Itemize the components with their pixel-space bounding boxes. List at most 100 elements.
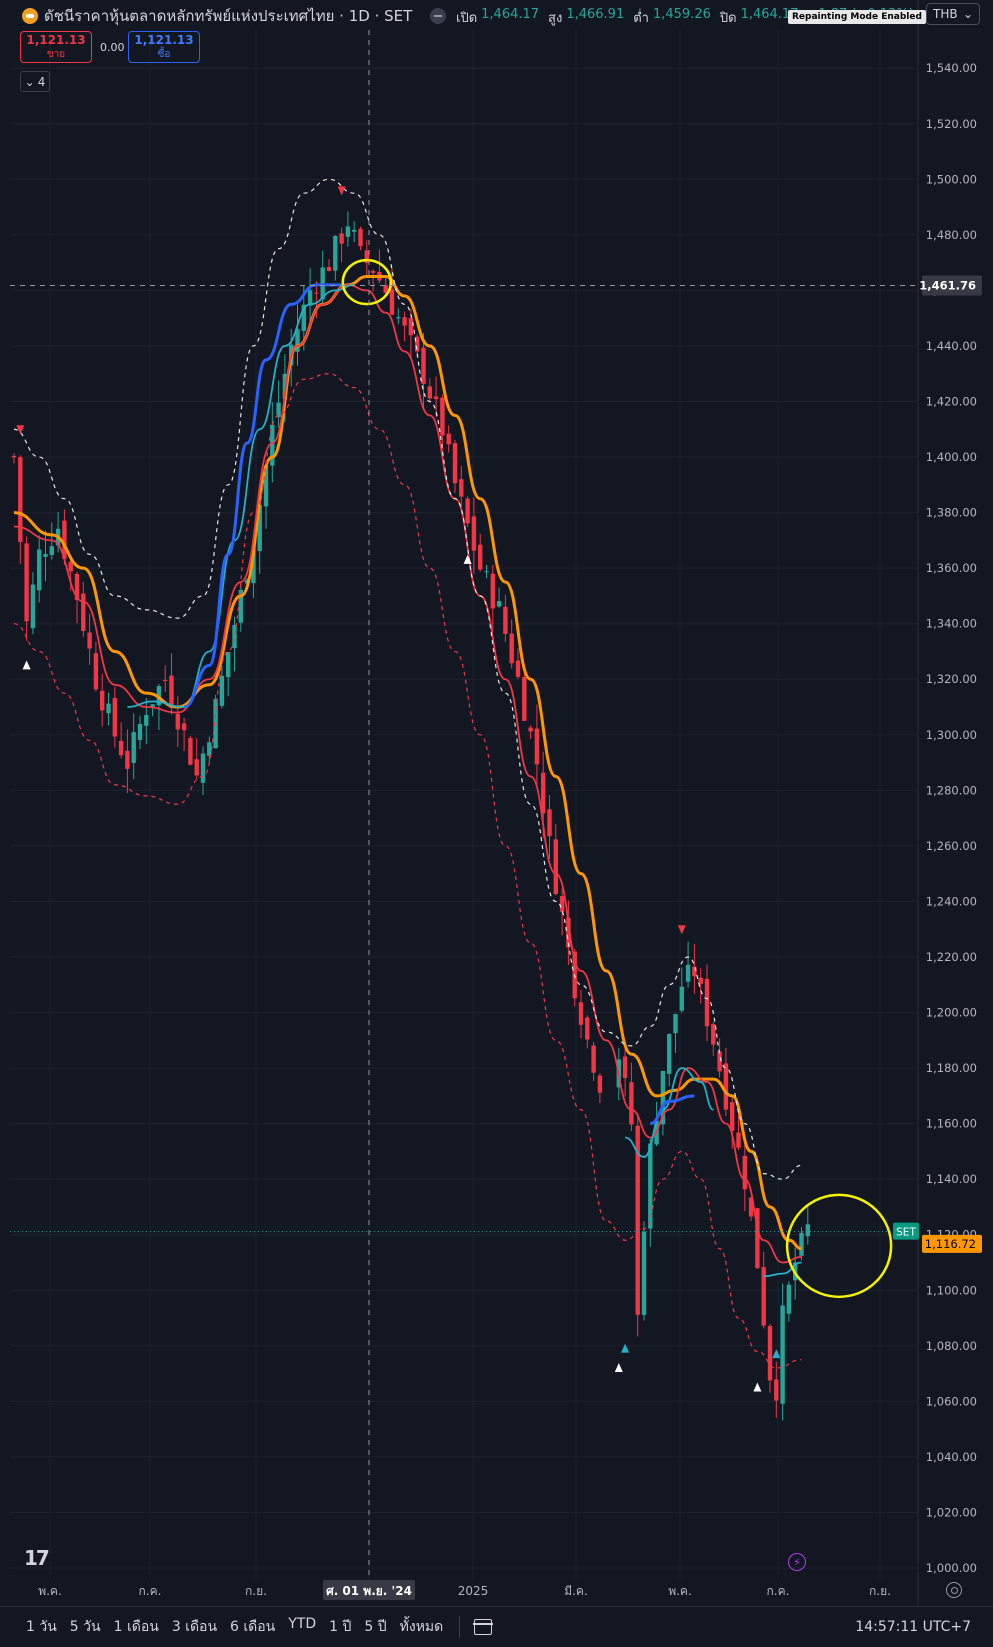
y-tick-label: 1,480.00 <box>926 228 977 242</box>
candle-body <box>125 750 130 769</box>
buy-button[interactable]: 1,121.13 ซื้อ <box>128 31 200 63</box>
high-label: สูง <box>548 11 563 26</box>
range-6m[interactable]: 6 เดือน <box>230 1616 275 1638</box>
candle-body <box>333 235 338 271</box>
candle-body <box>667 1034 672 1074</box>
buy-price: 1,121.13 <box>134 32 194 47</box>
candle-body <box>496 601 502 607</box>
candle-body <box>200 753 206 783</box>
candle-body <box>100 690 105 711</box>
candle-body <box>43 553 48 557</box>
candle-body <box>452 443 458 484</box>
candle-body <box>175 713 180 730</box>
lightning-icon[interactable]: ⚡ <box>788 1553 806 1571</box>
candle-body <box>490 573 495 609</box>
y-tick-label: 1,440.00 <box>926 339 977 353</box>
y-tick-label: 1,020.00 <box>926 1505 977 1519</box>
clock[interactable]: 14:57:11 UTC+7 <box>855 1619 971 1635</box>
sell-price: 1,121.13 <box>26 32 86 47</box>
candle-body <box>578 1002 584 1025</box>
candle-body <box>194 759 199 776</box>
range-5y[interactable]: 5 ปี <box>364 1616 386 1638</box>
candle-body <box>622 1056 628 1079</box>
candle-body <box>440 397 445 436</box>
candle-body <box>93 653 99 690</box>
low-value: 1,459.26 <box>652 7 711 22</box>
currency-label: THB <box>933 7 958 21</box>
x-tick-label: 2025 <box>458 1584 489 1598</box>
close-label: ปิด <box>719 11 737 26</box>
range-1y[interactable]: 1 ปี <box>329 1616 351 1638</box>
candle-body <box>559 896 565 912</box>
set-logo-icon <box>22 8 38 24</box>
y-tick-label: 1,300.00 <box>926 728 977 742</box>
range-1d[interactable]: 1 วัน <box>26 1616 57 1638</box>
candle-body <box>597 1075 603 1093</box>
open-value: 1,464.17 <box>481 7 540 22</box>
candle-body <box>471 516 477 551</box>
range-5d[interactable]: 5 วัน <box>70 1616 101 1638</box>
candle-body <box>326 267 332 271</box>
range-3m[interactable]: 3 เดือน <box>172 1616 217 1638</box>
repainting-badge: Repainting Mode Enabled <box>788 10 926 24</box>
candle-body <box>144 714 149 726</box>
candle-body <box>11 456 17 458</box>
candle-body <box>402 317 407 326</box>
candle-body <box>188 738 193 765</box>
sell-button[interactable]: 1,121.13 ขาย <box>20 31 92 63</box>
candle-body <box>352 229 357 232</box>
y-tick-label: 1,320.00 <box>926 672 977 686</box>
open-label: เปิด <box>456 11 478 26</box>
candle-body <box>37 549 42 591</box>
candle-body <box>181 723 187 731</box>
y-tick-label: 1,540.00 <box>926 61 977 75</box>
low-label: ต่ำ <box>633 11 649 26</box>
settings-icon[interactable] <box>946 1582 962 1598</box>
x-tick-label: ก.ย. <box>869 1584 891 1598</box>
sell-label: ขาย <box>46 48 66 60</box>
range-ytd[interactable]: YTD <box>288 1616 316 1638</box>
indicators-toggle[interactable]: ⌄ 4 <box>20 71 50 92</box>
y-tick-label: 1,080.00 <box>926 1339 977 1353</box>
candle-body <box>30 584 36 629</box>
candle-body <box>163 679 168 681</box>
y-tick-label: 1,420.00 <box>926 395 977 409</box>
candle-body <box>780 1305 785 1404</box>
candle-body <box>24 543 29 622</box>
candle-body <box>547 809 552 837</box>
candle-body <box>522 677 527 721</box>
x-tick-label: ก.ย. <box>245 1584 267 1598</box>
y-tick-label: 1,180.00 <box>926 1061 977 1075</box>
candle-body <box>553 839 558 894</box>
candle-body <box>314 292 319 294</box>
symbol-title[interactable]: ดัชนีราคาหุ้นตลาดหลักทรัพย์แห่งประเทศไทย… <box>44 4 412 28</box>
candle-body <box>421 347 426 384</box>
spread-value: 0.00 <box>100 41 125 54</box>
candle-body <box>503 606 508 634</box>
range-all[interactable]: ทั้งหมด <box>400 1616 444 1638</box>
candle-body <box>459 479 464 497</box>
candle-body <box>528 727 533 732</box>
y-tick-label: 1,060.00 <box>926 1394 977 1408</box>
price-chart[interactable]: 1,000.00 1,020.00 1,040.00 1,060.00 1,080.00… <box>0 0 993 1646</box>
candle-body <box>232 625 237 649</box>
candle-body <box>226 652 231 678</box>
chart-grid <box>0 0 993 1606</box>
range-1m[interactable]: 1 เดือน <box>114 1616 159 1638</box>
tradingview-logo-icon[interactable]: 17 <box>24 1546 50 1570</box>
candle-body <box>87 632 92 649</box>
candle-body <box>679 986 684 1011</box>
y-tick-label: 1,380.00 <box>926 506 977 520</box>
candle-body <box>509 633 514 664</box>
candle-body <box>396 317 401 319</box>
calendar-icon[interactable] <box>473 1619 494 1635</box>
candle-body <box>730 1102 735 1131</box>
y-tick-label: 1,360.00 <box>926 561 977 575</box>
symbol-tag-label: SET <box>896 1227 916 1239</box>
currency-selector[interactable]: THB ⌄ <box>926 3 980 25</box>
candle-body <box>698 977 703 984</box>
candle-body <box>805 1224 810 1237</box>
candle-body <box>742 1155 747 1190</box>
minus-circle-icon[interactable] <box>430 8 447 24</box>
x-tick-label: ก.ค. <box>139 1584 162 1598</box>
